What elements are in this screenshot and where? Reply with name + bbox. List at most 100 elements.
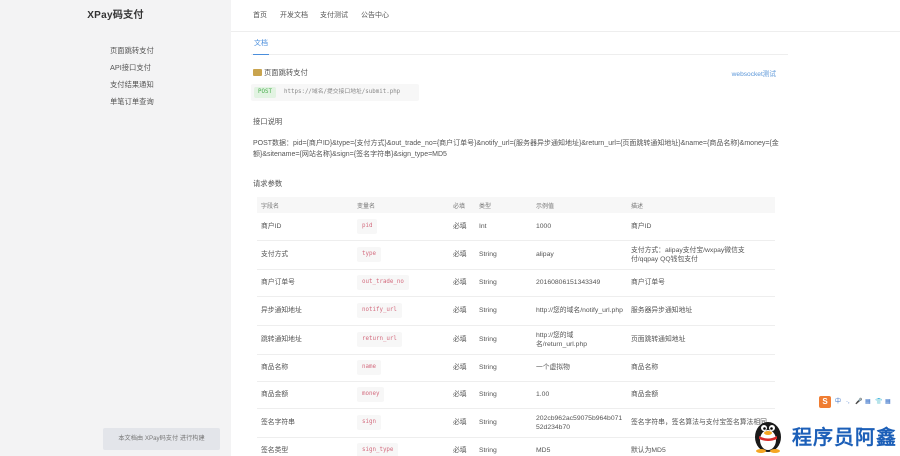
cell-required: 必填: [449, 437, 475, 456]
table-row: 商户订单号 out_trade_no 必填 String 20160806151…: [257, 269, 775, 297]
table-row: 商品名称 name 必填 String 一个虚拟物 商品名称: [257, 354, 775, 382]
cell-desc: 页面跳转通知地址: [627, 325, 775, 355]
cell-var: notify_url: [357, 303, 402, 318]
ime-chinese-mode-icon[interactable]: 中: [835, 398, 841, 406]
table-row: 跳转通知地址 return_url 必填 String http://您的域名/…: [257, 325, 775, 355]
desc-text: POST数据：pid={商户ID}&type={支付方式}&out_trade_…: [253, 140, 779, 158]
cell-required: 必填: [449, 213, 475, 241]
ime-microphone-icon[interactable]: 🎤: [855, 398, 862, 406]
top-nav: 首页 开发文档 支付测试 公告中心: [231, 0, 900, 32]
cell-var: money: [357, 387, 385, 402]
desc-title: 接口说明: [253, 117, 283, 126]
sidebar-item-pay-notify[interactable]: 支付结果通知: [0, 76, 231, 93]
cell-required: 必填: [449, 269, 475, 297]
nav-pay-test[interactable]: 支付测试: [320, 0, 348, 32]
section-title: 页面跳转支付: [253, 68, 308, 78]
sidebar-menu: 页面跳转支付 API接口支付 支付结果通知 单笔订单查询: [0, 42, 231, 110]
sidebar-footer[interactable]: 本文档由 XPay码支付 进行构建: [103, 428, 220, 450]
cell-type: String: [475, 269, 532, 297]
cell-example: 1.00: [532, 381, 627, 409]
table-row: 异步通知地址 notify_url 必填 String http://您的域名/…: [257, 296, 775, 326]
cell-desc: 支付方式：alipay支付宝/wxpay微信支付/qqpay QQ钱包支付: [627, 240, 775, 270]
cell-required: 必填: [449, 381, 475, 409]
cell-required: 必填: [449, 240, 475, 270]
cell-var: sign: [357, 415, 381, 430]
cell-desc: 商品金额: [627, 381, 775, 409]
table-row: 签名字符串 sign 必填 String 202cb962ac59075b964…: [257, 408, 775, 438]
cell-field: 异步通知地址: [257, 296, 353, 326]
cell-field: 商户ID: [257, 213, 353, 241]
ime-keyboard-icon[interactable]: ▦: [865, 398, 871, 406]
table-row: 商品金额 money 必填 String 1.00 商品金额: [257, 381, 775, 409]
cell-type: String: [475, 240, 532, 270]
cell-desc: 商户订单号: [627, 269, 775, 297]
cell-example: http://您的域名/return_url.php: [532, 325, 627, 355]
cell-required: 必填: [449, 354, 475, 382]
cell-field: 商户订单号: [257, 269, 353, 297]
table-row: 签名类型 sign_type 必填 String MD5 默认为MD5: [257, 437, 775, 456]
cell-field: 支付方式: [257, 240, 353, 270]
image-icon: [253, 69, 262, 76]
tab-docs[interactable]: 文档: [253, 33, 269, 55]
sidebar-item-order-query[interactable]: 单笔订单查询: [0, 93, 231, 110]
endpoint-url[interactable]: https://域名/提交接口地址/submit.php: [284, 84, 400, 101]
params-title: 请求参数: [253, 179, 283, 188]
sidebar-item-api-pay[interactable]: API接口支付: [0, 59, 231, 76]
table-header-row: 字段名 变量名 必填 类型 示例值 描述: [257, 197, 775, 213]
cell-example: 1000: [532, 213, 627, 241]
cell-type: String: [475, 325, 532, 355]
watermark: 程序员阿鑫: [748, 413, 900, 456]
cell-var: return_url: [357, 332, 402, 347]
cell-desc: 商品名称: [627, 354, 775, 382]
cell-type: String: [475, 354, 532, 382]
cell-var: name: [357, 360, 381, 375]
nav-dev-docs[interactable]: 开发文档: [280, 0, 308, 32]
col-header-field: 字段名: [257, 197, 353, 213]
section-title-text: 页面跳转支付: [264, 68, 308, 77]
cell-type: String: [475, 381, 532, 409]
table-row: 商户ID pid 必填 Int 1000 商户ID: [257, 213, 775, 241]
cell-required: 必填: [449, 408, 475, 438]
col-header-example: 示例值: [532, 197, 627, 213]
ime-logo-icon[interactable]: S: [819, 396, 831, 408]
cell-required: 必填: [449, 296, 475, 326]
cell-desc: 服务器异步通知地址: [627, 296, 775, 326]
sidebar-item-page-jump-pay[interactable]: 页面跳转支付: [0, 42, 231, 59]
table-row: 支付方式 type 必填 String alipay 支付方式：alipay支付…: [257, 240, 775, 270]
tab-bar: 文档: [251, 33, 788, 55]
col-header-desc: 描述: [627, 197, 775, 213]
cell-example: 一个虚拟物: [532, 354, 627, 382]
cell-type: String: [475, 437, 532, 456]
cell-var: sign_type: [357, 443, 399, 456]
cell-example: MD5: [532, 437, 627, 456]
cell-example: http://您的域名/notify_url.php: [532, 296, 627, 326]
params-table: 字段名 变量名 必填 类型 示例值 描述 商户ID pid 必填 Int 100…: [257, 197, 775, 456]
cell-type: Int: [475, 213, 532, 241]
col-header-required: 必填: [449, 197, 475, 213]
cell-example: 20160806151343349: [532, 269, 627, 297]
cell-var: out_trade_no: [357, 275, 409, 290]
cell-field: 商品金额: [257, 381, 353, 409]
nav-home[interactable]: 首页: [253, 0, 267, 32]
sidebar: XPay码支付 页面跳转支付 API接口支付 支付结果通知 单笔订单查询 本文档…: [0, 0, 231, 456]
main-content: 文档 页面跳转支付 websocket测试 POST https://域名/提交…: [231, 33, 900, 456]
ime-skin-icon[interactable]: 👕: [875, 398, 882, 406]
cell-required: 必填: [449, 325, 475, 355]
cell-var: type: [357, 247, 381, 262]
penguin-icon: [755, 422, 781, 453]
brand-logo[interactable]: XPay码支付: [0, 0, 231, 32]
watermark-text: 程序员阿鑫: [792, 425, 897, 449]
cell-field: 商品名称: [257, 354, 353, 382]
websocket-test-link[interactable]: websocket测试: [732, 68, 776, 78]
cell-desc: 商户ID: [627, 213, 775, 241]
cell-example: 202cb962ac59075b964b07152d234b70: [532, 408, 627, 438]
http-method-badge: POST: [254, 87, 276, 98]
col-header-var: 变量名: [353, 197, 449, 213]
cell-field: 跳转通知地址: [257, 325, 353, 355]
nav-announcements[interactable]: 公告中心: [361, 0, 389, 32]
ime-punctuation-icon[interactable]: ·,: [846, 398, 850, 406]
cell-var: pid: [357, 218, 378, 234]
cell-field: 签名类型: [257, 437, 353, 456]
ime-toolbox-icon[interactable]: ▦: [885, 398, 891, 406]
cell-type: String: [475, 408, 532, 438]
